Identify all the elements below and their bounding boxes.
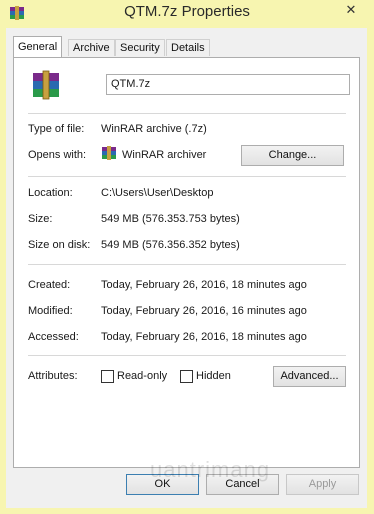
advanced-button[interactable]: Advanced... [273, 366, 346, 387]
separator [28, 264, 346, 265]
apply-button[interactable]: Apply [286, 474, 359, 495]
created-value: Today, February 26, 2016, 18 minutes ago [101, 279, 307, 291]
size-on-disk-label: Size on disk: [28, 239, 91, 251]
location-value: C:\Users\User\Desktop [101, 187, 214, 199]
opens-with-label: Opens with: [28, 149, 87, 161]
accessed-value: Today, February 26, 2016, 18 minutes ago [101, 331, 307, 343]
separator [28, 355, 346, 356]
accessed-label: Accessed: [28, 331, 79, 343]
general-panel: QTM.7z Type of file: WinRAR archive (.7z… [13, 57, 360, 468]
hidden-checkbox[interactable] [180, 370, 193, 383]
attributes-label: Attributes: [28, 370, 78, 382]
size-value: 549 MB (576.353.753 bytes) [101, 213, 240, 225]
modified-value: Today, February 26, 2016, 16 minutes ago [101, 305, 307, 317]
window-title: QTM.7z Properties [124, 3, 250, 20]
opens-with-value: WinRAR archiver [122, 149, 207, 161]
close-icon: ✕ [345, 2, 357, 17]
hidden-label[interactable]: Hidden [196, 370, 231, 382]
filename-field[interactable]: QTM.7z [106, 74, 350, 95]
watermark-text: uantrimang [150, 457, 271, 482]
modified-label: Modified: [28, 305, 73, 317]
tab-general[interactable]: General [13, 36, 63, 57]
type-value: WinRAR archive (.7z) [101, 123, 207, 135]
close-button[interactable]: ✕ [336, 0, 366, 19]
size-on-disk-value: 549 MB (576.356.352 bytes) [101, 239, 240, 251]
type-label: Type of file: [28, 123, 85, 135]
change-button[interactable]: Change... [241, 145, 344, 166]
tab-security[interactable]: Security [115, 39, 165, 56]
location-label: Location: [28, 187, 73, 199]
created-label: Created: [28, 279, 71, 291]
dialog-body: General Archive Security Details QTM.7z … [6, 28, 367, 508]
readonly-label[interactable]: Read-only [117, 370, 167, 382]
tab-details[interactable]: Details [166, 39, 210, 56]
separator [28, 176, 346, 177]
readonly-checkbox[interactable] [101, 370, 114, 383]
tab-archive[interactable]: Archive [68, 39, 115, 56]
size-label: Size: [28, 213, 53, 225]
separator [28, 113, 346, 114]
winrar-archive-icon [33, 70, 59, 100]
title-bar[interactable]: QTM.7z Properties ✕ [0, 0, 374, 28]
winrar-icon [102, 146, 116, 160]
